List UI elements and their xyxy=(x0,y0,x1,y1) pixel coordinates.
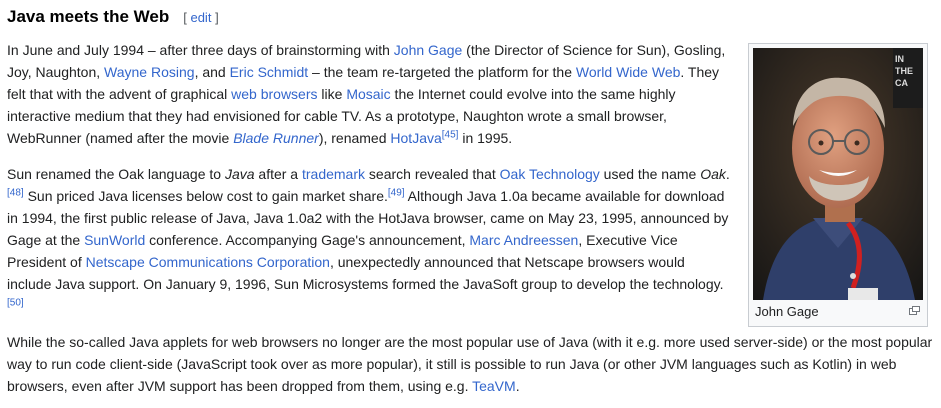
text: in 1995. xyxy=(458,130,513,146)
text: , and xyxy=(194,64,230,80)
text: . xyxy=(515,378,520,394)
paragraph-2: Sun renamed the Oak language to Java aft… xyxy=(7,163,732,317)
svg-text:CA: CA xyxy=(895,78,908,88)
text: In June and July 1994 – after three days… xyxy=(7,42,394,58)
link-hotjava[interactable]: HotJava xyxy=(390,130,441,146)
link-eric-schmidt[interactable]: Eric Schmidt xyxy=(230,64,309,80)
text: conference. Accompanying Gage's announce… xyxy=(145,232,470,248)
link-world-wide-web[interactable]: World Wide Web xyxy=(576,64,681,80)
text: . xyxy=(725,166,730,182)
magnify-clip-icon[interactable] xyxy=(909,306,920,315)
article-section: Java meets the Web [ edit ] In June and … xyxy=(0,0,941,408)
text: after a xyxy=(254,166,302,182)
svg-text:THE: THE xyxy=(895,66,913,76)
text: While the so-called Java applets for web… xyxy=(7,334,933,394)
paragraph-3: While the so-called Java applets for web… xyxy=(7,331,937,397)
section-heading: Java meets the Web [ edit ] xyxy=(7,6,219,30)
link-sunworld[interactable]: SunWorld xyxy=(84,232,145,248)
text: ), renamed xyxy=(318,130,391,146)
reference-50[interactable]: [50] xyxy=(7,297,24,308)
text: like xyxy=(317,86,347,102)
text: – the team re-targeted the platform for … xyxy=(308,64,576,80)
link-oak-technology[interactable]: Oak Technology xyxy=(500,166,600,182)
link-john-gage[interactable]: John Gage xyxy=(394,42,463,58)
edit-bracket-close: ] xyxy=(215,10,219,25)
edit-bracket-open: [ xyxy=(183,10,187,25)
paragraph-1: In June and July 1994 – after three days… xyxy=(7,39,732,149)
link-wayne-rosing[interactable]: Wayne Rosing xyxy=(104,64,195,80)
edit-section-link[interactable]: edit xyxy=(190,10,211,25)
emphasis-oak: Oak xyxy=(700,166,726,182)
portrait-illustration: IN THE CA xyxy=(753,48,923,300)
reference-45[interactable]: [45] xyxy=(442,129,459,140)
text: used the name xyxy=(599,166,701,182)
svg-text:IN: IN xyxy=(895,54,904,64)
reference-49[interactable]: [49] xyxy=(388,187,405,198)
text: Sun priced Java licenses below cost to g… xyxy=(23,188,388,204)
edit-section: [ edit ] xyxy=(183,10,218,25)
emphasis-java: Java xyxy=(224,166,255,182)
text: Sun renamed the Oak language to xyxy=(7,166,225,182)
link-blade-runner[interactable]: Blade Runner xyxy=(233,130,319,146)
reference-48[interactable]: [48] xyxy=(7,187,24,198)
figure-thumbnail: IN THE CA John Gage xyxy=(748,43,928,327)
link-teavm[interactable]: TeaVM xyxy=(472,378,516,394)
link-marc-andreessen[interactable]: Marc Andreessen xyxy=(469,232,578,248)
figure-caption: John Gage xyxy=(755,304,819,319)
section-title: Java meets the Web xyxy=(7,7,170,26)
link-netscape-communications[interactable]: Netscape Communications Corporation xyxy=(86,254,330,270)
text: search revealed that xyxy=(365,166,500,182)
link-web-browsers[interactable]: web browsers xyxy=(231,86,317,102)
photo-john-gage[interactable]: IN THE CA xyxy=(753,48,923,300)
link-trademark[interactable]: trademark xyxy=(302,166,365,182)
link-mosaic[interactable]: Mosaic xyxy=(346,86,390,102)
